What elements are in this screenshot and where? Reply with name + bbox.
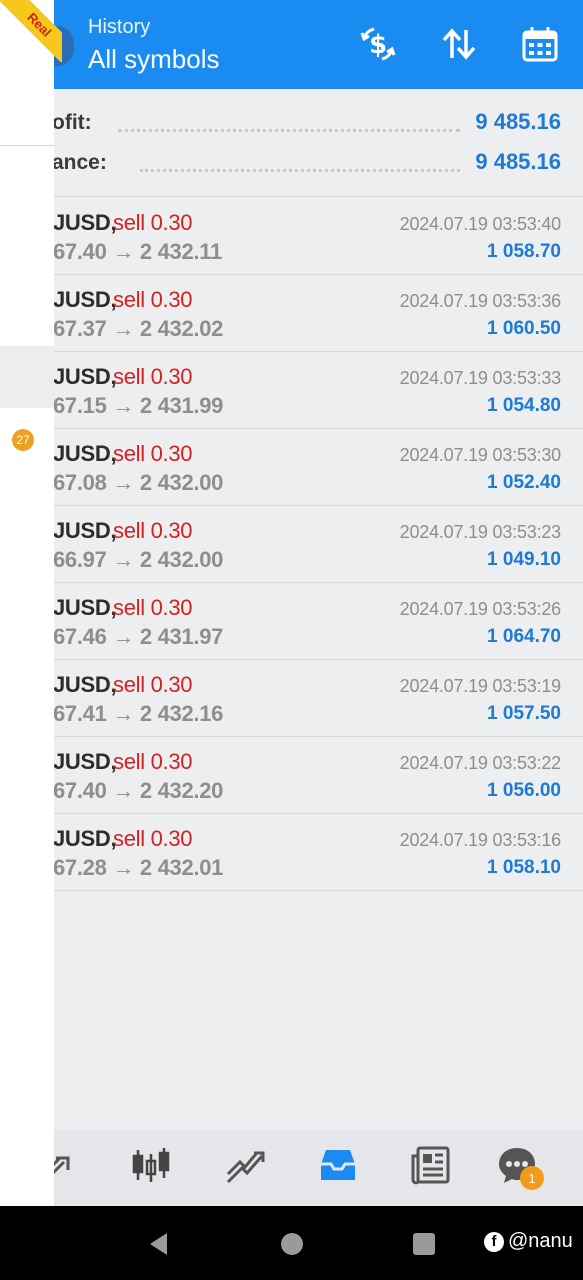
tab-chart[interactable] <box>128 1142 174 1188</box>
summary-value: 9 485.16 <box>475 109 561 134</box>
summary-label: ofit: <box>52 111 92 134</box>
trade-profit: 1 058.70 <box>487 241 561 262</box>
trade-symbol: JUSD, <box>53 518 117 543</box>
sort-icon <box>442 28 476 60</box>
trade-side: sell 0.30 <box>113 518 193 543</box>
svg-text:$: $ <box>369 30 387 60</box>
back-icon[interactable] <box>145 1230 173 1258</box>
trade-time: 2024.07.19 03:53:36 <box>399 291 562 311</box>
trade-side: sell 0.30 <box>113 364 193 389</box>
summary-row-balance: ance: 9 485.16 <box>0 143 583 183</box>
trade-row[interactable]: JUSD, sell 0.30 67.28 → 2 432.01 2024.07… <box>0 814 583 891</box>
trade-price: 67.46 → 2 431.97 <box>53 624 224 649</box>
drawer-divider <box>0 145 54 146</box>
trade-profit: 1 049.10 <box>487 549 561 570</box>
trade-time: 2024.07.19 03:53:19 <box>399 676 562 696</box>
header-subtitle: History <box>88 16 151 38</box>
summary-row-profit: ofit: 9 485.16 <box>0 103 583 143</box>
trade-profit: 1 064.70 <box>487 626 561 647</box>
account-type-ribbon: Real <box>0 0 62 62</box>
app-header: History All symbols $ <box>0 0 583 89</box>
trade-symbol: JUSD, <box>53 287 117 312</box>
trade-side: sell 0.30 <box>113 287 193 312</box>
trade-row[interactable]: JUSD, sell 0.30 66.97 → 2 432.00 2024.07… <box>0 506 583 583</box>
trade-profit: 1 058.10 <box>487 857 561 878</box>
news-icon <box>411 1146 450 1185</box>
trade-price: 66.97 → 2 432.00 <box>53 547 224 572</box>
tab-history[interactable] <box>315 1142 361 1188</box>
trade-list: JUSD, sell 0.30 67.40 → 2 432.11 2024.07… <box>0 198 583 891</box>
chat-badge: 1 <box>520 1166 544 1190</box>
watermark: f @nanu <box>484 1230 573 1253</box>
currency-exchange-icon: $ <box>360 27 396 61</box>
trade-profit: 1 052.40 <box>487 472 561 493</box>
trade-row[interactable]: JUSD, sell 0.30 67.41 → 2 432.16 2024.07… <box>0 660 583 737</box>
trade-time: 2024.07.19 03:53:40 <box>399 214 562 234</box>
trade-symbol: JUSD, <box>53 364 117 389</box>
trade-row[interactable]: JUSD, sell 0.30 67.46 → 2 431.97 2024.07… <box>0 583 583 660</box>
trade-price: 67.40 → 2 432.11 <box>53 239 222 264</box>
trade-profit: 1 057.50 <box>487 703 561 724</box>
tab-news[interactable] <box>408 1142 454 1188</box>
trade-time: 2024.07.19 03:53:26 <box>399 599 562 619</box>
trade-price: 67.37 → 2 432.02 <box>53 316 224 341</box>
drawer-selected-item[interactable] <box>0 346 54 408</box>
calendar-button[interactable] <box>518 22 562 66</box>
bottom-tab-bar <box>46 1130 583 1206</box>
home-icon[interactable] <box>278 1230 306 1258</box>
trade-time: 2024.07.19 03:53:23 <box>399 522 562 542</box>
trade-row[interactable]: JUSD, sell 0.30 67.15 → 2 431.99 2024.07… <box>0 352 583 429</box>
trade-time: 2024.07.19 03:53:22 <box>399 753 562 773</box>
header-title[interactable]: All symbols <box>88 44 219 75</box>
trade-side: sell 0.30 <box>113 749 193 774</box>
trade-price: 67.08 → 2 432.00 <box>53 470 224 495</box>
trade-icon <box>226 1151 265 1184</box>
trade-side: sell 0.30 <box>113 826 193 851</box>
chart-icon <box>132 1148 170 1182</box>
trade-row[interactable]: JUSD, sell 0.30 67.37 → 2 432.02 2024.07… <box>0 275 583 352</box>
ribbon-label: Real <box>0 0 62 62</box>
summary-label: ance: <box>52 151 107 174</box>
trade-price: 67.15 → 2 431.99 <box>53 393 224 418</box>
trade-price: 67.41 → 2 432.16 <box>53 701 224 726</box>
trade-price: 67.28 → 2 432.01 <box>53 855 224 880</box>
watermark-text: @nanu <box>508 1230 573 1252</box>
trade-symbol: JUSD, <box>53 749 117 774</box>
facebook-icon: f <box>484 1231 504 1252</box>
trade-side: sell 0.30 <box>113 210 193 235</box>
trade-time: 2024.07.19 03:53:16 <box>399 830 562 850</box>
dotted-leader <box>140 169 460 172</box>
history-icon <box>321 1150 355 1180</box>
trade-side: sell 0.30 <box>113 595 193 620</box>
trade-symbol: JUSD, <box>53 210 117 235</box>
trade-time: 2024.07.19 03:53:33 <box>399 368 562 388</box>
trade-symbol: JUSD, <box>53 595 117 620</box>
trade-profit: 1 056.00 <box>487 780 561 801</box>
side-drawer: 27 <box>0 0 54 1206</box>
summary-panel: ofit: 9 485.16 ance: 9 485.16 <box>0 89 583 197</box>
trade-side: sell 0.30 <box>113 441 193 466</box>
trade-price: 67.40 → 2 432.20 <box>53 778 224 803</box>
drawer-badge: 27 <box>12 429 34 451</box>
trade-symbol: JUSD, <box>53 441 117 466</box>
trade-profit: 1 054.80 <box>487 395 561 416</box>
currency-exchange-button[interactable]: $ <box>356 22 400 66</box>
trade-symbol: JUSD, <box>53 672 117 697</box>
summary-value: 9 485.16 <box>475 149 561 174</box>
recents-icon[interactable] <box>410 1230 438 1258</box>
trade-time: 2024.07.19 03:53:30 <box>399 445 562 465</box>
calendar-icon <box>522 27 558 62</box>
trade-row[interactable]: JUSD, sell 0.30 67.08 → 2 432.00 2024.07… <box>0 429 583 506</box>
tab-trade[interactable] <box>222 1142 268 1188</box>
sort-button[interactable] <box>437 22 481 66</box>
trade-row[interactable]: JUSD, sell 0.30 67.40 → 2 432.20 2024.07… <box>0 737 583 814</box>
dotted-leader <box>118 129 460 132</box>
trade-profit: 1 060.50 <box>487 318 561 339</box>
trade-side: sell 0.30 <box>113 672 193 697</box>
trade-row[interactable]: JUSD, sell 0.30 67.40 → 2 432.11 2024.07… <box>0 198 583 275</box>
trade-symbol: JUSD, <box>53 826 117 851</box>
